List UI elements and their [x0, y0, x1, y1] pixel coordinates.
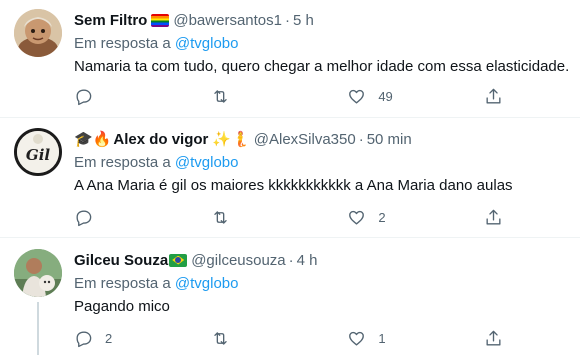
retweet-button[interactable]	[211, 207, 316, 227]
tweet-text: A Ana Maria é gil os maiores kkkkkkkkkkk…	[74, 177, 513, 194]
reply-button[interactable]	[74, 207, 179, 227]
timestamp[interactable]: 4 h	[297, 252, 318, 269]
separator: ·	[284, 11, 290, 29]
tweet-header: 🎓🔥 Alex do vigor ✨🧜 @AlexSilva350 · 50 m…	[74, 128, 566, 150]
reply-icon	[76, 88, 92, 105]
share-icon	[486, 330, 501, 346]
retweet-icon	[213, 210, 227, 224]
tweet-actions: 2 1	[74, 328, 504, 348]
avatar-image	[14, 249, 62, 297]
tweet-text: Pagando mico	[74, 298, 170, 315]
like-button[interactable]: 49	[347, 86, 452, 106]
name-prefix-emojis: 🎓🔥	[74, 131, 112, 148]
reply-context: Em resposta a @tvglobo	[74, 34, 566, 54]
heart-icon	[349, 331, 365, 346]
reply-icon	[76, 330, 92, 347]
share-icon	[486, 209, 501, 225]
like-button[interactable]: 2	[347, 207, 452, 227]
share-button[interactable]	[484, 207, 504, 227]
rainbow-flag-icon	[151, 13, 170, 27]
share-icon	[486, 88, 501, 104]
avatar[interactable]	[14, 9, 62, 57]
reply-icon	[76, 209, 92, 226]
reply-button[interactable]	[74, 86, 179, 106]
reply-context: Em resposta a @tvglobo	[74, 153, 566, 173]
thread-line	[37, 302, 39, 355]
name-suffix-emojis: ✨🧜	[212, 131, 250, 148]
display-name[interactable]: Sem Filtro	[74, 12, 147, 29]
tweet[interactable]: Sem Filtro @bawersantos1 · 5 h Em respos…	[0, 0, 580, 118]
user-handle[interactable]: @gilceusouza	[191, 252, 285, 269]
reply-count: 2	[105, 330, 113, 346]
retweet-icon	[213, 89, 227, 103]
like-count: 2	[378, 209, 386, 225]
share-button[interactable]	[484, 328, 504, 348]
avatar-image	[14, 9, 62, 57]
separator: ·	[358, 130, 364, 148]
reply-prefix: Em resposta a	[74, 275, 171, 292]
display-name[interactable]: Gilceu Souza	[74, 252, 168, 269]
reply-prefix: Em resposta a	[74, 35, 171, 52]
retweet-button[interactable]	[211, 328, 316, 348]
display-name[interactable]: Alex do vigor	[113, 131, 208, 148]
avatar-logo-text: Gil	[26, 146, 51, 164]
reply-context: Em resposta a @tvglobo	[74, 274, 566, 294]
reply-prefix: Em resposta a	[74, 154, 171, 171]
reply-mention-link[interactable]: @tvglobo	[175, 275, 239, 292]
user-handle[interactable]: @AlexSilva350	[254, 131, 356, 148]
tweet-header: Sem Filtro @bawersantos1 · 5 h	[74, 9, 566, 31]
tweet-actions: 2	[74, 207, 504, 227]
reply-button[interactable]: 2	[74, 328, 179, 348]
reply-mention-link[interactable]: @tvglobo	[175, 154, 239, 171]
tweet-actions: 49	[74, 86, 504, 106]
tweet[interactable]: Gil 🎓🔥 Alex do vigor ✨🧜 @AlexSilva350 · …	[0, 118, 580, 238]
timestamp[interactable]: 5 h	[293, 12, 314, 29]
brazil-flag-icon	[169, 253, 188, 267]
heart-icon	[349, 89, 365, 104]
separator: ·	[288, 251, 294, 269]
like-count: 49	[378, 88, 393, 104]
tweet[interactable]: Gilceu Souza @gilceusouza · 4 h Em respo…	[0, 238, 580, 355]
timestamp[interactable]: 50 min	[367, 131, 412, 148]
heart-icon	[349, 210, 365, 225]
retweet-icon	[213, 331, 227, 345]
like-button[interactable]: 1	[347, 328, 452, 348]
user-handle[interactable]: @bawersantos1	[173, 12, 282, 29]
tweet-header: Gilceu Souza @gilceusouza · 4 h	[74, 249, 566, 271]
avatar[interactable]: Gil	[14, 128, 62, 176]
avatar-image: Gil	[17, 131, 59, 173]
share-button[interactable]	[484, 86, 504, 106]
like-count: 1	[378, 330, 386, 346]
retweet-button[interactable]	[211, 86, 316, 106]
avatar[interactable]	[14, 249, 62, 297]
reply-mention-link[interactable]: @tvglobo	[175, 35, 239, 52]
tweet-text: Namaria ta com tudo, quero chegar a melh…	[74, 58, 570, 75]
